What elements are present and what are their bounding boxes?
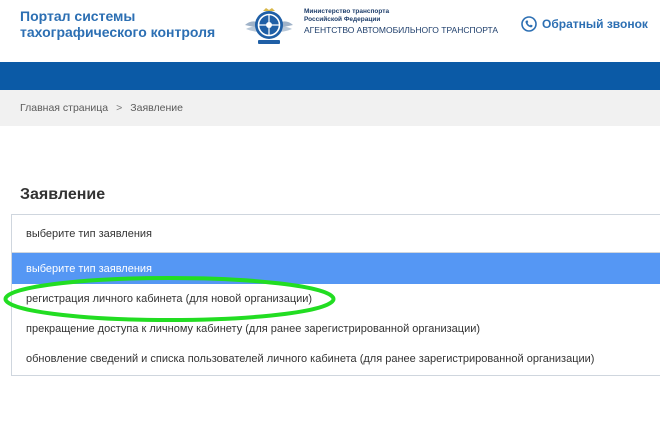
page-title: Заявление xyxy=(20,186,106,203)
option-terminate-access[interactable]: прекращение доступа к личному кабинету (… xyxy=(12,314,660,344)
breadcrumb-current: Заявление xyxy=(130,102,183,114)
breadcrumb: Главная страница > Заявление xyxy=(0,90,660,126)
agency-line3: АГЕНТСТВО АВТОМОБИЛЬНОГО ТРАНСПОРТА xyxy=(304,25,499,35)
breadcrumb-home-link[interactable]: Главная страница xyxy=(20,102,108,114)
phone-icon xyxy=(521,16,537,32)
navigation-bar xyxy=(0,62,660,90)
agency-emblem-icon xyxy=(244,6,294,46)
portal-title-line1: Портал системы xyxy=(20,8,136,24)
callback-label: Обратный звонок xyxy=(542,17,648,31)
callback-link[interactable]: Обратный звонок xyxy=(521,14,648,34)
agency-line1: Министерство транспорта xyxy=(304,8,390,15)
option-choose-type[interactable]: выберите тип заявления xyxy=(12,253,660,284)
agency-name: Министерство транспорта Российской Федер… xyxy=(304,8,504,36)
site-header: Портал системы тахографического контроля… xyxy=(0,0,660,62)
portal-title[interactable]: Портал системы тахографического контроля xyxy=(20,8,230,40)
option-update-user-list[interactable]: обновление сведений и списка пользовател… xyxy=(12,344,660,374)
application-type-options-list: выберите тип заявления регистрация лично… xyxy=(11,253,660,376)
breadcrumb-separator: > xyxy=(116,102,123,114)
agency-line2: Российской Федерации xyxy=(304,16,381,23)
option-register-new-organization[interactable]: регистрация личного кабинета (для новой … xyxy=(12,284,660,314)
application-type-select[interactable]: выберите тип заявления xyxy=(11,214,660,253)
portal-title-line2: тахографического контроля xyxy=(20,24,216,40)
application-type-select-value: выберите тип заявления xyxy=(26,227,153,240)
